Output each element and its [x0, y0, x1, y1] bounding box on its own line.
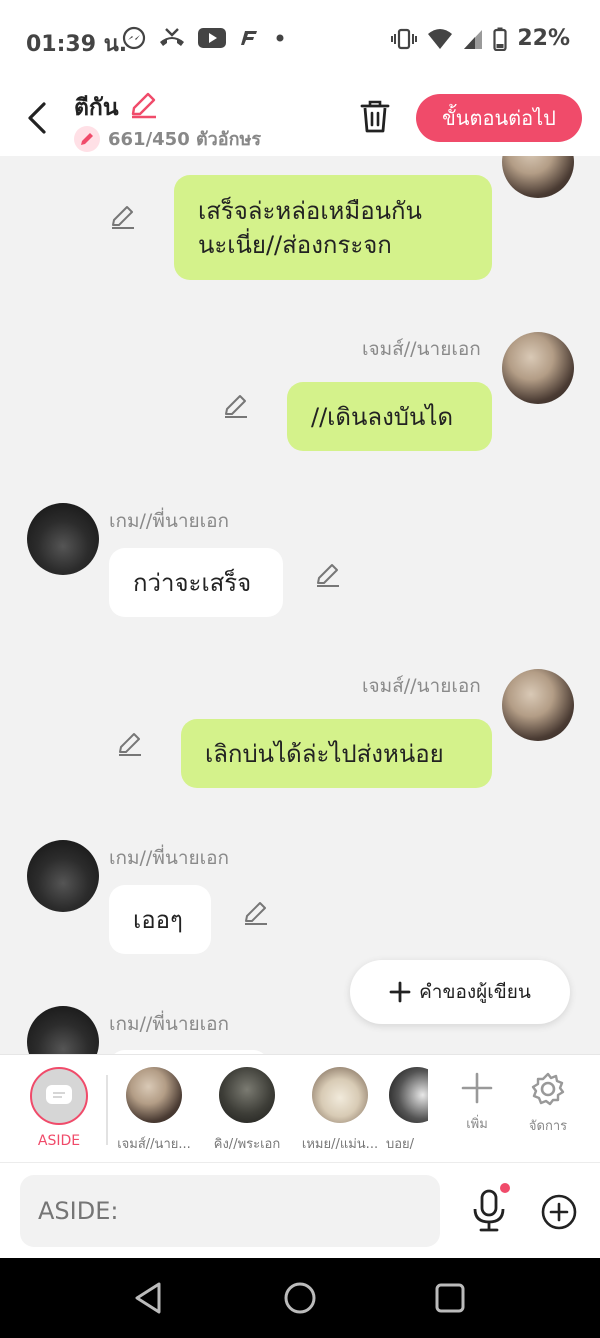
character-name: เหมย//แม่น...: [301, 1137, 379, 1152]
message-text: เสร็จล่ะหล่อเหมือนกัน: [198, 196, 422, 225]
writer-note-label: คำของผู้เขียน: [419, 982, 531, 1003]
add-character-button[interactable]: เพิ่ม: [447, 1071, 507, 1134]
nav-recents-icon[interactable]: [432, 1280, 468, 1316]
character-bar: ASIDE เจมส์//นาย... คิง//พระเอก เหมย//แม…: [0, 1054, 600, 1162]
character-avatar: [389, 1067, 428, 1123]
character-item[interactable]: คิง//พระเอก: [204, 1067, 290, 1154]
character-item[interactable]: เจมส์//นาย...: [111, 1067, 197, 1154]
gear-icon: [531, 1072, 565, 1106]
youtube-icon: [198, 28, 226, 48]
chat-bubble-icon: [46, 1085, 72, 1104]
character-name: คิง//พระเอก: [213, 1137, 281, 1152]
message-text: กว่าจะเสร็จ: [133, 568, 252, 597]
speaker-name: เจมส์//นายเอก: [362, 338, 481, 360]
back-arrow-icon[interactable]: [22, 98, 52, 138]
avatar[interactable]: [27, 1006, 99, 1054]
message-bubble[interactable]: เออๆ: [109, 885, 211, 954]
writer-note-button[interactable]: คำของผู้เขียน: [350, 960, 570, 1024]
add-label: เพิ่ม: [466, 1117, 488, 1132]
message-text: เออๆ: [133, 905, 183, 934]
speaker-name: เกม//พี่นายเอก: [109, 1013, 230, 1035]
message-bubble[interactable]: เลิกบ่นได้ล่ะไปส่งหน่อย: [181, 719, 492, 788]
microphone-icon[interactable]: [470, 1189, 508, 1233]
divider: [106, 1075, 108, 1145]
edit-title-pencil-icon[interactable]: [128, 90, 158, 120]
message-bubble[interactable]: //เดินลงบันได: [287, 382, 492, 451]
avatar[interactable]: [27, 840, 99, 912]
edit-message-icon[interactable]: [222, 392, 250, 420]
wifi-icon: [428, 28, 453, 49]
edit-message-icon[interactable]: [314, 561, 342, 589]
app-icon: [241, 31, 257, 45]
message-text: นะเนี่ย//ส่องกระจก: [198, 230, 392, 259]
aside-label: ASIDE: [37, 1133, 81, 1149]
page-title[interactable]: ตีกัน: [74, 90, 119, 126]
pencil-badge-icon: [74, 125, 100, 152]
avatar[interactable]: [502, 669, 574, 741]
character-avatar: [126, 1067, 182, 1123]
editor-header: ตีกัน 661/450 ตัวอักษร ขั้นตอนต่อไป: [0, 80, 600, 156]
character-count-text: 661/450 ตัวอักษร: [108, 129, 262, 150]
character-name: บอย/: [386, 1137, 415, 1152]
avatar[interactable]: [502, 332, 574, 404]
status-time: 01:39 น.: [26, 32, 128, 57]
message-bubble[interactable]: กว่าจะเสร็จ: [109, 548, 283, 617]
battery-percent: 22%: [517, 26, 570, 51]
character-avatar: [219, 1067, 275, 1123]
character-item[interactable]: บอย/: [386, 1067, 428, 1154]
add-circle-icon[interactable]: [540, 1193, 578, 1231]
character-avatar: [312, 1067, 368, 1123]
character-name: เจมส์//นาย...: [117, 1137, 191, 1152]
signal-icon: [464, 29, 483, 49]
edit-message-icon[interactable]: [242, 899, 270, 927]
trash-icon[interactable]: [358, 98, 392, 134]
status-bar: 01:39 น. 22%: [0, 0, 600, 80]
nav-home-icon[interactable]: [282, 1280, 318, 1316]
message-text: //เดินลงบันได: [311, 402, 454, 431]
manage-label: จัดการ: [528, 1119, 568, 1134]
system-icons: 22%: [391, 26, 570, 51]
message-bubble[interactable]: เสร็จล่ะหล่อเหมือนกัน นะเนี่ย//ส่องกระจก: [174, 175, 492, 280]
character-count: 661/450 ตัวอักษร: [74, 124, 261, 153]
speaker-name: เกม//พี่นายเอก: [109, 847, 230, 869]
system-nav-bar: [0, 1258, 600, 1338]
avatar[interactable]: [502, 156, 574, 198]
plus-icon: [389, 981, 411, 1003]
edit-message-icon[interactable]: [109, 203, 137, 231]
character-item[interactable]: เหมย//แม่น...: [297, 1067, 383, 1154]
plus-icon: [461, 1072, 493, 1104]
input-bar: [0, 1162, 600, 1258]
aside-tab[interactable]: ASIDE: [28, 1067, 90, 1149]
nav-back-icon[interactable]: [131, 1280, 167, 1316]
edit-message-icon[interactable]: [116, 730, 144, 758]
notification-icons: [122, 26, 284, 50]
missed-call-icon: [160, 28, 184, 46]
messenger-icon: [122, 26, 146, 50]
next-step-button[interactable]: ขั้นตอนต่อไป: [416, 94, 582, 142]
manage-characters-button[interactable]: จัดการ: [518, 1071, 578, 1136]
aside-avatar: [30, 1067, 88, 1125]
message-text: เลิกบ่นได้ล่ะไปส่งหน่อย: [205, 739, 444, 768]
speaker-name: เจมส์//นายเอก: [362, 675, 481, 697]
aside-input[interactable]: [20, 1175, 440, 1247]
chat-area[interactable]: เสร็จล่ะหล่อเหมือนกัน นะเนี่ย//ส่องกระจก…: [0, 156, 600, 1054]
dot-icon: [276, 34, 284, 42]
recording-dot: [500, 1183, 510, 1193]
speaker-name: เกม//พี่นายเอก: [109, 510, 230, 532]
vibrate-icon: [391, 28, 418, 49]
avatar[interactable]: [27, 503, 99, 575]
battery-icon: [493, 27, 507, 51]
